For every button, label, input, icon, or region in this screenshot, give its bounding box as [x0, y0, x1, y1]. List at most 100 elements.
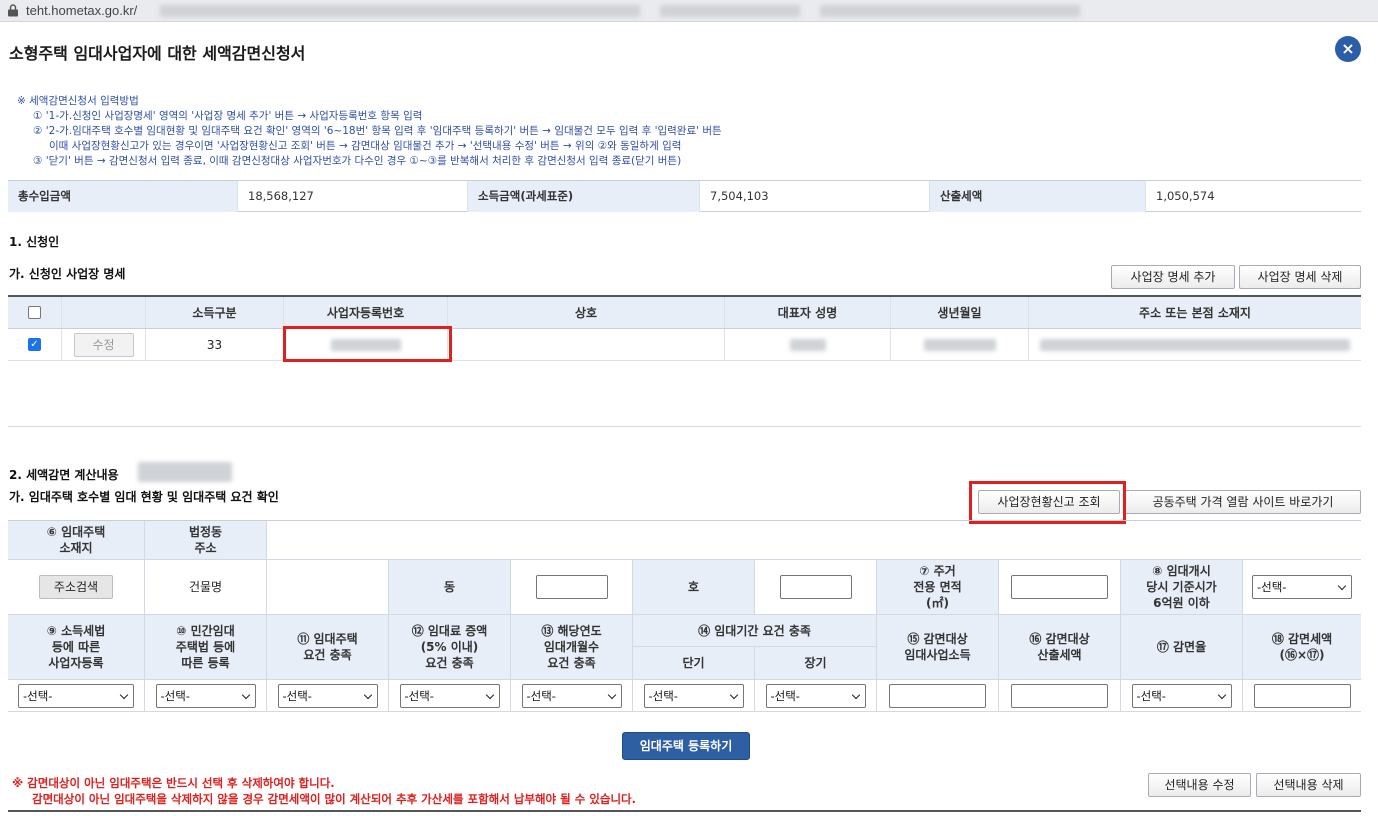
delete-business-button[interactable]: 사업장 명세 삭제: [1239, 265, 1361, 289]
section2-subtitle: 가. 임대주택 호수별 임대 현황 및 임대주택 요건 확인: [9, 490, 279, 504]
close-icon: ×: [1341, 39, 1355, 58]
header-11: ⑪ 임대주택 요건 충족: [267, 615, 389, 680]
instructions: ※ 세액감면신청서 입력방법 ① '1-가.신청인 사업장명세' 영역의 '사업…: [17, 94, 722, 169]
page-title: 소형주택 임대사업자에 대한 세액감면신청서: [9, 44, 306, 63]
instruction-step: ① '1-가.신청인 사업장명세' 영역의 '사업장 명세 추가' 버튼 → 사…: [33, 110, 423, 122]
warning-message: ※ 감면대상이 아닌 임대주택은 반드시 선택 후 삭제하여야 합니다. 감면대…: [12, 775, 636, 807]
business-registration-select[interactable]: -선택-: [18, 683, 134, 708]
header-14-short: 단기: [633, 647, 755, 680]
header-price: ⑧ 임대개시 당시 기준시가 6억원 이하: [1121, 560, 1243, 615]
header-dong: 동: [389, 560, 511, 615]
private-rental-select[interactable]: -선택-: [155, 683, 256, 708]
rental-months-select[interactable]: -선택-: [521, 683, 622, 708]
reduction-amount-input[interactable]: [1253, 683, 1351, 708]
tax-summary: 총수입금액 18,568,127 소득금액(과세표준) 7,504,103 산출…: [8, 180, 1361, 212]
close-button[interactable]: ×: [1335, 36, 1361, 62]
summary-value: 7,504,103: [700, 181, 930, 212]
highlight-box: [969, 481, 1126, 524]
highlight-box: [283, 326, 452, 362]
lock-icon: [8, 4, 18, 17]
representative-cell: [725, 329, 891, 360]
dong-cell: [511, 560, 633, 615]
header-cell: [62, 297, 146, 328]
instructions-heading: ※ 세액감면신청서 입력방법: [17, 95, 139, 107]
header-17: ⑰ 감면율: [1121, 615, 1243, 680]
building-name-value: [267, 560, 389, 615]
browser-address-bar[interactable]: teht.hometax.go.kr/: [0, 0, 1378, 22]
header-cell: 주소 또는 본점 소재지: [1139, 306, 1251, 320]
delete-selection-button[interactable]: 선택내용 삭제: [1256, 773, 1361, 797]
summary-label: 소득금액(과세표준): [468, 181, 700, 212]
header-10: ⑩ 민간임대 주택법 등에 따른 등록: [145, 615, 267, 680]
rental-housing-grid: ⑥ 임대주택 소재지 법정동 주소 주소검색 건물명 동 호 ⑦ 주거 전용 면…: [8, 520, 1361, 712]
section1-title: 1. 신청인: [9, 235, 60, 249]
area-cell: [999, 560, 1121, 615]
header-12: ⑫ 임대료 증액 (5% 이내) 요건 충족: [389, 615, 511, 680]
apartment-price-site-button[interactable]: 공동주택 가격 열람 사이트 바로가기: [1125, 490, 1361, 514]
table-header: 소득구분 사업자등록번호 상호 대표자 성명 생년월일 주소 또는 본점 소재지: [8, 297, 1361, 329]
area-input[interactable]: [1011, 575, 1108, 599]
redacted-url: [160, 5, 640, 17]
label-building-name: 건물명: [145, 560, 267, 615]
redacted-url: [820, 5, 1080, 17]
header-area: ⑦ 주거 전용 면적 (㎡): [877, 560, 999, 615]
dong-input[interactable]: [535, 575, 608, 599]
url-text: teht.hometax.go.kr/: [26, 3, 138, 18]
cell-12: -선택-: [389, 680, 511, 712]
address-search-button[interactable]: 주소검색: [39, 575, 113, 599]
cell-14-short: -선택-: [633, 680, 755, 712]
company-name-cell: [448, 329, 725, 360]
computed-tax-input[interactable]: [1011, 683, 1108, 708]
header-rental-location: ⑥ 임대주택 소재지: [8, 521, 145, 560]
header-14: ⑭ 임대기간 요건 충족: [633, 615, 877, 647]
table-row[interactable]: ✓ 수정 33: [8, 329, 1361, 361]
header-legal-address: 법정동 주소: [145, 521, 267, 560]
section1-subtitle: 가. 신청인 사업장 명세: [9, 267, 126, 281]
edit-button[interactable]: 수정: [73, 332, 134, 357]
summary-value: 1,050,574: [1156, 189, 1215, 203]
modify-selection-button[interactable]: 선택내용 수정: [1148, 773, 1251, 797]
header-checkbox-cell: [8, 297, 62, 328]
rental-income-input[interactable]: [889, 683, 986, 708]
price-select[interactable]: -선택-: [1252, 575, 1352, 599]
row-checkbox[interactable]: ✓: [28, 338, 41, 351]
redacted-value: [138, 462, 232, 482]
register-rental-button[interactable]: 임대주택 등록하기: [622, 732, 750, 760]
cell-18: [1243, 680, 1361, 712]
long-term-select[interactable]: -선택-: [765, 683, 866, 708]
header-cell: 사업자등록번호: [284, 297, 448, 328]
cell-10: -선택-: [145, 680, 267, 712]
select-all-checkbox[interactable]: [28, 306, 41, 319]
rent-increase-select[interactable]: -선택-: [399, 683, 500, 708]
header-9: ⑨ 소득세법 등에 따른 사업자등록: [8, 615, 145, 680]
ho-input[interactable]: [779, 575, 852, 599]
legal-address-value: [267, 521, 1361, 560]
warning-line: ※ 감면대상이 아닌 임대주택은 반드시 선택 후 삭제하여야 합니다.: [12, 776, 335, 790]
redacted-url: [660, 5, 800, 17]
summary-value: 18,568,127: [238, 181, 468, 212]
header-13: ⑬ 해당연도 임대개월수 요건 충족: [511, 615, 633, 680]
income-type-cell: 33: [146, 329, 284, 360]
address-cell: [1029, 329, 1361, 360]
summary-label: 총수입금액: [8, 181, 238, 212]
edit-cell: 수정: [62, 329, 146, 360]
reduction-rate-select[interactable]: -선택-: [1131, 683, 1232, 708]
instruction-step: ③ '닫기' 버튼 → 감면신청서 입력 종료, 이때 감면신청대상 사업자번호…: [33, 155, 682, 167]
header-14-long: 장기: [755, 647, 877, 680]
housing-requirement-select[interactable]: -선택-: [277, 683, 378, 708]
short-term-select[interactable]: -선택-: [643, 683, 744, 708]
header-cell: 상호: [448, 297, 725, 328]
summary-label: 산출세액: [930, 181, 1146, 212]
redacted-value: [1040, 338, 1350, 351]
business-table: 소득구분 사업자등록번호 상호 대표자 성명 생년월일 주소 또는 본점 소재지…: [8, 295, 1361, 361]
cell-14-long: -선택-: [755, 680, 877, 712]
row-checkbox-cell: ✓: [8, 329, 62, 360]
birthdate-cell: [891, 329, 1029, 360]
add-business-button[interactable]: 사업장 명세 추가: [1111, 265, 1235, 289]
section-divider: [8, 426, 1361, 427]
instruction-step: ② '2-가.임대주택 호수별 임대현황 및 임대주택 요건 확인' 영역의 '…: [33, 125, 722, 137]
instruction-step: 이때 사업장현황신고가 있는 경우이면 '사업장현황신고 조회' 버튼 → 감면…: [49, 140, 682, 152]
header-18: ⑱ 감면세액 (⑯×⑰): [1243, 615, 1361, 680]
redacted-value: [789, 338, 826, 351]
warning-line: 감면대상이 아닌 임대주택을 삭제하지 않을 경우 감면세액이 많이 계산되어 …: [32, 792, 636, 806]
